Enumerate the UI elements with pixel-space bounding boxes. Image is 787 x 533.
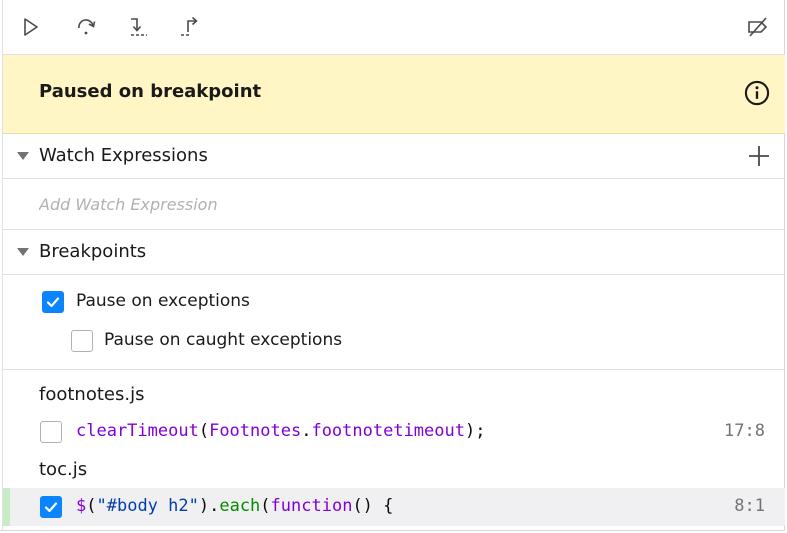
breakpoint-checkbox[interactable] — [40, 421, 62, 443]
watch-expression-input[interactable] — [33, 189, 745, 219]
breakpoint-file-name[interactable]: footnotes.js — [39, 384, 144, 405]
resume-icon — [24, 18, 38, 36]
current-breakpoint-marker — [3, 488, 10, 526]
breakpoint-checkbox[interactable] — [40, 496, 62, 518]
checkmark-icon — [44, 502, 58, 513]
breakpoint-code: $("#body h2").each(function() { — [76, 496, 394, 516]
watch-expression-row — [3, 179, 785, 230]
watch-expressions-title: Watch Expressions — [39, 145, 208, 166]
breakpoint-location: 8:1 — [734, 496, 765, 516]
step-out-button[interactable] — [175, 12, 205, 42]
paused-message: Paused on breakpoint — [39, 81, 262, 102]
watch-expressions-header[interactable]: Watch Expressions — [3, 134, 785, 179]
paused-banner: Paused on breakpoint — [3, 55, 785, 134]
step-in-button[interactable] — [124, 12, 154, 42]
deactivate-breakpoints-button[interactable] — [743, 12, 773, 42]
info-icon[interactable] — [743, 79, 771, 107]
breakpoint-file-name[interactable]: toc.js — [39, 459, 87, 480]
breakpoint-location: 17:8 — [724, 421, 765, 441]
collapse-triangle-icon — [17, 152, 29, 160]
step-over-icon — [78, 19, 96, 35]
plus-icon[interactable] — [747, 144, 771, 168]
step-over-button[interactable] — [72, 12, 102, 42]
breakpoint-item[interactable]: clearTimeout(Footnotes.footnotetimeout);… — [3, 413, 785, 451]
collapse-triangle-icon — [17, 248, 29, 256]
breakpoint-code: clearTimeout(Footnotes.footnotetimeout); — [76, 421, 486, 441]
breakpoints-header[interactable]: Breakpoints — [3, 230, 785, 275]
exception-options: Pause on exceptions Pause on caught exce… — [3, 276, 785, 370]
deactivate-breakpoints-icon — [748, 17, 768, 37]
pause-on-caught-exceptions-checkbox[interactable] — [71, 330, 93, 352]
pause-on-exceptions-checkbox[interactable] — [42, 291, 64, 313]
checkmark-icon — [46, 297, 60, 308]
breakpoints-title: Breakpoints — [39, 241, 147, 262]
debugger-toolbar — [3, 0, 785, 55]
resume-button[interactable] — [16, 12, 46, 42]
pause-on-exceptions-label[interactable]: Pause on exceptions — [76, 291, 250, 311]
breakpoint-item-active[interactable]: $("#body h2").each(function() { 8:1 — [3, 488, 785, 526]
pause-on-caught-exceptions-label[interactable]: Pause on caught exceptions — [104, 330, 342, 350]
step-in-icon — [131, 18, 147, 36]
step-out-icon — [181, 16, 198, 36]
